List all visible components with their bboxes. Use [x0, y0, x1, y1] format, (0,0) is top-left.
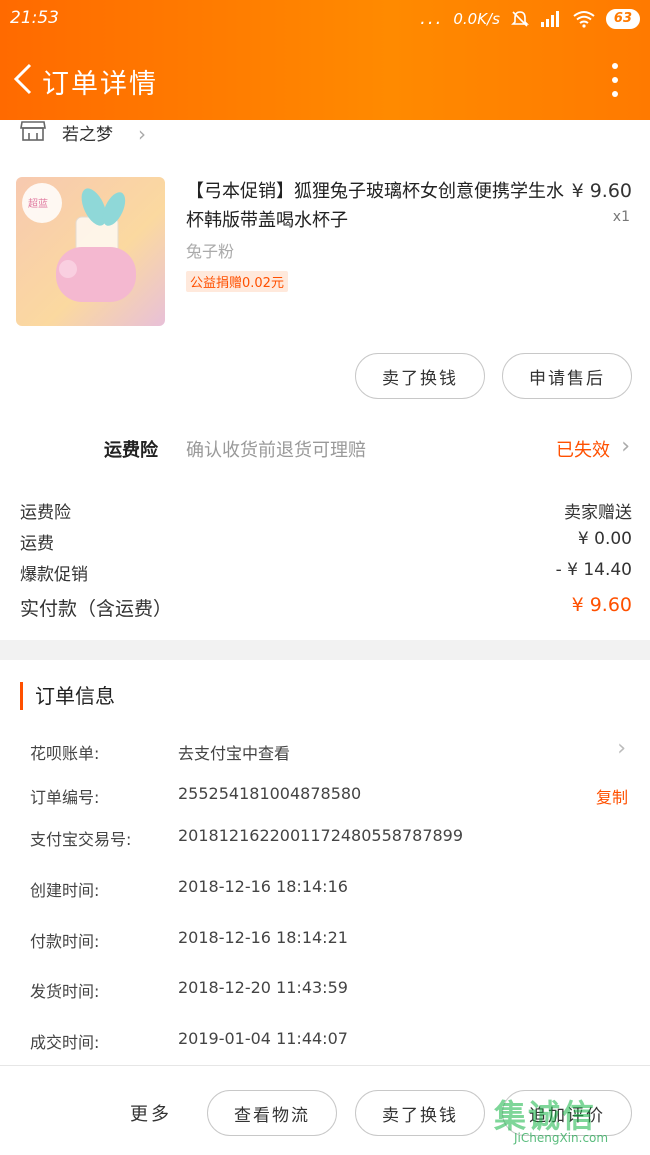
sell-for-cash-button[interactable]: 卖了换钱	[355, 353, 485, 399]
shipped-time-label: 发货时间:	[30, 982, 100, 1001]
net-speed: 0.0K/s	[453, 9, 500, 28]
mute-bell-icon	[510, 10, 529, 27]
sell-for-cash-button[interactable]: 卖了换钱	[355, 1090, 485, 1136]
fee-label: 运费险	[20, 503, 71, 523]
total-row: 实付款（含运费） ¥ 9.60	[20, 594, 632, 620]
alipay-trade-label: 支付宝交易号:	[30, 830, 132, 849]
fee-row: 爆款促销 - ¥ 14.40	[20, 560, 632, 585]
product-price: ¥ 9.60	[571, 180, 632, 202]
insurance-label: 运费险	[104, 440, 158, 461]
product-image-label: 超蓝	[28, 199, 48, 210]
signal-icon	[540, 10, 559, 27]
fee-row: 运费 ¥ 0.00	[20, 529, 632, 554]
shop-icon	[20, 121, 46, 141]
more-options-icon[interactable]	[610, 63, 620, 97]
chevron-right-icon: ›	[621, 434, 630, 459]
section-divider	[0, 640, 650, 660]
total-value: ¥ 9.60	[571, 594, 632, 616]
apply-after-sale-button[interactable]: 申请售后	[502, 353, 632, 399]
completed-time-label: 成交时间:	[30, 1033, 100, 1052]
fee-value: ¥ 0.00	[577, 529, 632, 549]
chevron-right-icon: ›	[138, 122, 146, 146]
completed-time-value: 2019-01-04 11:44:07	[178, 1029, 348, 1048]
product-image[interactable]: 超蓝	[16, 177, 165, 326]
fee-row: 运费险 卖家赠送	[20, 498, 632, 523]
status-bar: 21:53 ... 0.0K/s 63	[0, 0, 650, 40]
shipping-insurance-row[interactable]: 运费险 确认收货前退货可理赔 已失效 ›	[0, 430, 650, 466]
fee-label: 爆款促销	[20, 565, 88, 585]
insurance-status: 已失效	[556, 440, 610, 461]
more-button[interactable]: 更多	[130, 1100, 172, 1126]
fee-value: - ¥ 14.40	[555, 560, 632, 580]
huabei-value[interactable]: 去支付宝中查看	[178, 740, 290, 764]
created-time-value: 2018-12-16 18:14:16	[178, 877, 348, 896]
charity-badge: 公益捐赠0.02元	[186, 271, 288, 292]
watermark-url: JiChengXin.com	[514, 1131, 609, 1145]
alipay-trade-value: 2018121622001172480558787899	[178, 826, 464, 845]
insurance-description: 确认收货前退货可理赔	[186, 440, 366, 461]
watermark-logo: 集诚信 JiChengXin.com	[494, 1091, 644, 1149]
copy-button[interactable]: 复制	[596, 784, 628, 808]
fee-value: 卖家赠送	[564, 503, 632, 523]
nav-bar: 订单详情	[0, 45, 650, 115]
view-logistics-button[interactable]: 查看物流	[207, 1090, 337, 1136]
created-time-label: 创建时间:	[30, 881, 100, 900]
wifi-icon	[573, 10, 595, 28]
huabei-label: 花呗账单:	[30, 744, 100, 763]
total-label: 实付款（含运费）	[20, 598, 173, 620]
status-time: 21:53	[10, 8, 59, 28]
product-quantity: x1	[612, 209, 630, 225]
product-title[interactable]: 【弓本促销】狐狸兔子玻璃杯女创意便携学生水杯韩版带盖喝水杯子	[186, 177, 566, 235]
shop-name: 若之梦	[62, 125, 113, 145]
paid-time-value: 2018-12-16 18:14:21	[178, 928, 348, 947]
notification-dots: ...	[420, 8, 444, 29]
paid-time-label: 付款时间:	[30, 932, 100, 951]
shipped-time-value: 2018-12-20 11:43:59	[178, 978, 348, 997]
battery-indicator: 63	[605, 8, 640, 29]
shop-row[interactable]: 若之梦 ›	[0, 120, 650, 146]
top-bar: 21:53 ... 0.0K/s 63 订单详情	[0, 0, 650, 120]
fee-label: 运费	[20, 534, 54, 554]
chevron-right-icon[interactable]: ›	[617, 736, 626, 761]
page-title: 订单详情	[42, 69, 158, 100]
order-number-value: 255254181004878580	[178, 784, 362, 803]
status-icons: ... 0.0K/s 63	[420, 8, 640, 29]
back-arrow-icon[interactable]	[10, 61, 40, 97]
product-spec: 兔子粉	[186, 242, 235, 261]
order-number-label: 订单编号:	[30, 788, 100, 807]
order-info-title: 订单信息	[20, 682, 115, 710]
